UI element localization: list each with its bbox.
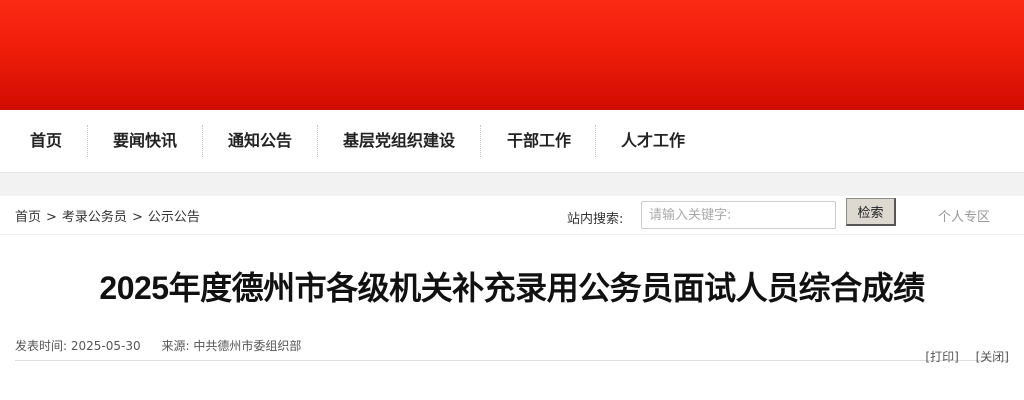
nav-spacer-strip (0, 173, 1024, 196)
publish-date: 2025-05-30 (70, 339, 141, 353)
publish-date-label: 发表时间: (15, 339, 68, 353)
nav-item-cadre-work[interactable]: 干部工作 (507, 110, 571, 172)
breadcrumb-bar: 首页 > 考录公务员 > 公示公告 站内搜索: 检索 个人专区 (0, 196, 1024, 235)
nav-divider (317, 125, 318, 157)
breadcrumb-separator: > (131, 210, 143, 225)
article-meta: 发表时间: 2025-05-30 来源: 中共德州市委组织部 (15, 337, 301, 354)
page-title: 2025年度德州市各级机关补充录用公务员面试人员综合成绩 (99, 270, 925, 306)
source-label: 来源: (161, 339, 190, 353)
personal-zone-link[interactable]: 个人专区 (938, 206, 990, 225)
nav-item-news[interactable]: 要闻快讯 (113, 110, 177, 172)
breadcrumb: 首页 > 考录公务员 > 公示公告 (15, 206, 200, 225)
header-banner (0, 0, 1024, 110)
nav-item-talent-work[interactable]: 人才工作 (621, 110, 685, 172)
nav-divider (87, 125, 88, 157)
search-input[interactable] (641, 201, 836, 229)
source-value: 中共德州市委组织部 (193, 339, 302, 353)
breadcrumb-item-home[interactable]: 首页 (15, 210, 41, 225)
nav-item-home[interactable]: 首页 (30, 110, 62, 172)
nav-divider (480, 125, 481, 157)
breadcrumb-separator: > (46, 210, 57, 225)
nav-divider (202, 125, 203, 157)
nav-divider (595, 125, 596, 157)
nav-item-notices[interactable]: 通知公告 (228, 110, 292, 172)
close-link[interactable]: [关闭] (976, 350, 1009, 364)
article-actions: [打印] [关闭] (925, 348, 1009, 365)
breadcrumb-item-announcements[interactable]: 公示公告 (148, 210, 200, 225)
breadcrumb-item-civil-service[interactable]: 考录公务员 (62, 210, 127, 225)
main-nav: 首页 要闻快讯 通知公告 基层党组织建设 干部工作 人才工作 (0, 110, 1024, 173)
meta-divider (15, 360, 1009, 361)
print-link[interactable]: [打印] (925, 350, 958, 364)
search-button[interactable]: 检索 (846, 198, 896, 226)
search-label: 站内搜索: (567, 212, 624, 227)
nav-item-party-building[interactable]: 基层党组织建设 (343, 110, 455, 172)
